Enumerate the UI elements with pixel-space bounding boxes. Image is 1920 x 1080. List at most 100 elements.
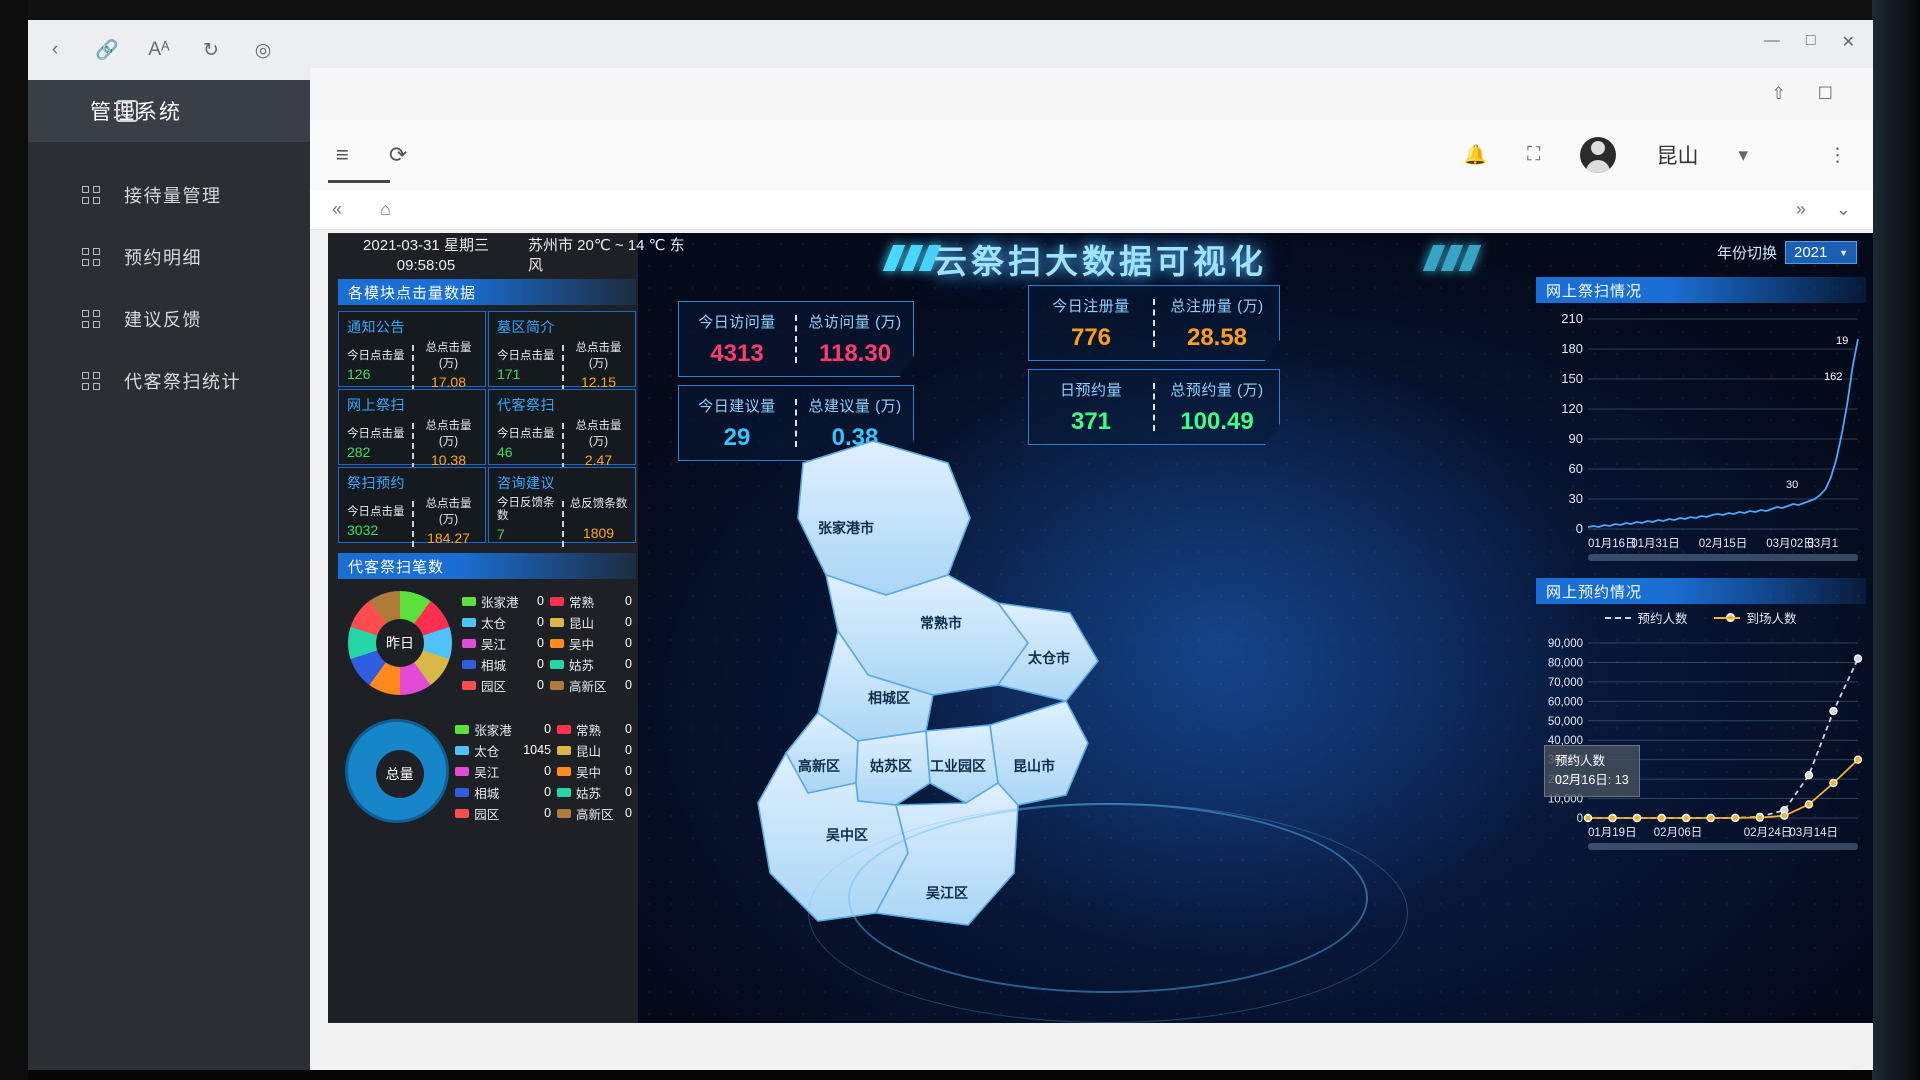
stat-today-value: 126 [347, 366, 371, 382]
data-point[interactable] [1804, 800, 1814, 809]
collapse-icon[interactable]: « [332, 199, 342, 220]
advice-total-value: 1809 [582, 525, 615, 541]
stat-card[interactable]: 通知公告 今日点击量 126 总点击量 (万) 17.08 [338, 311, 486, 391]
y-tick-label: 60 [1569, 461, 1583, 476]
stat-total-label: 总点击量 [575, 420, 622, 432]
stat-card[interactable]: 网上祭扫 今日点击量 282 总点击量 (万) 10.38 [338, 389, 486, 469]
x-tick-label: 02月06日 [1654, 827, 1703, 839]
data-point[interactable] [1804, 771, 1814, 780]
stat-total-value: 2.47 [584, 452, 613, 468]
expand-icon[interactable]: » [1796, 199, 1806, 220]
compass-icon[interactable]: ◎ [250, 37, 276, 63]
data-point[interactable] [1583, 813, 1593, 823]
legend-value: 0 [625, 636, 632, 650]
chevron-down-icon: ▼ [1839, 247, 1848, 258]
refresh-page-icon[interactable]: ⟳ [389, 142, 407, 168]
legend-item[interactable]: 吴江 0 [455, 762, 551, 781]
year-select[interactable]: 2021 ▼ [1785, 241, 1857, 264]
stat-total-unit: (万) [588, 436, 609, 448]
legend-item[interactable]: 常熟 0 [550, 592, 632, 611]
legend-item[interactable]: 常熟 0 [557, 720, 632, 739]
chevron-down-icon[interactable]: ▾ [1738, 144, 1748, 167]
link-icon[interactable]: 🔗 [94, 37, 120, 63]
legend-item[interactable]: 昆山 0 [550, 613, 632, 632]
clicks-panel: 各模块点击量数据 通知公告 今日点击量 126 总点击量 (万) 17.08 墓… [338, 279, 636, 547]
online-worship-chart[interactable]: 210 180 150 120 90 60 30 0 01月16日 01月31日 02月15日 03月… [1536, 309, 1866, 561]
legend-item[interactable]: 太仓 0 [462, 613, 544, 632]
font-size-icon[interactable]: Aᴬ [146, 37, 172, 63]
legend-label: 高新区 [576, 807, 614, 822]
sidebar-item-reception[interactable]: 接待量管理 [28, 164, 310, 226]
online-booking-chart[interactable]: 90,00080,00070,00060,00050,00040,00030,0… [1536, 633, 1866, 850]
back-arrow-icon[interactable]: ‹ [42, 37, 68, 63]
more-dots-icon[interactable]: ⋮ [1828, 144, 1847, 167]
legend-item[interactable]: 张家港 0 [462, 592, 544, 611]
legend-item[interactable]: 高新区 0 [557, 804, 632, 823]
dashboard-header: 2021-03-31 星期三 09:58:05 苏州市 20℃ ~ 14 ℃ 东… [328, 233, 1873, 281]
data-point[interactable] [1853, 654, 1863, 663]
donut-ring: 总量 [344, 719, 449, 823]
legend-item[interactable]: 吴江 0 [462, 634, 544, 653]
fullscreen-icon[interactable]: ⛶ [1527, 144, 1540, 166]
suzhou-map[interactable]: 张家港市 常熟市 太仓市 相城区 高新区 姑苏区 工业园区 昆山市 吴中区 吴江… [698, 313, 1408, 1023]
data-point[interactable] [1657, 813, 1666, 823]
legend-item[interactable]: 园区 0 [455, 804, 551, 823]
legend-item[interactable]: 相城 0 [455, 783, 551, 802]
close-button[interactable]: ✕ [1842, 32, 1855, 52]
legend-item[interactable]: 园区 0 [462, 676, 544, 695]
legend-swatch [455, 766, 470, 776]
legend-item-booked[interactable]: 预约人数 [1605, 608, 1688, 627]
browser-actions-row: ⇧ ☐ [310, 68, 1873, 120]
stat-card[interactable]: 祭扫预约 今日点击量 3032 总点击量 (万) 184.27 [338, 467, 486, 547]
minimize-button[interactable]: — [1764, 32, 1780, 52]
legend-item[interactable]: 太仓 1045 [455, 741, 551, 760]
proxy-worship-panel: 代客祭扫笔数 昨日 张家港 0 常熟 0 太仓 0 昆山 0 吴江 0 吴中 0 相城 0 姑苏 0 园区 0 高新… [338, 553, 636, 823]
advice-today-value: 7 [497, 526, 505, 543]
advice-today-label: 今日反馈条数 [497, 497, 555, 523]
avatar[interactable] [1580, 137, 1617, 173]
stat-card[interactable]: 墓区简介 今日点击量 171 总点击量 (万) 12.15 [488, 311, 636, 391]
chart-scrollbar[interactable] [1588, 554, 1858, 561]
data-point[interactable] [1706, 813, 1715, 823]
share-icon[interactable]: ⇧ [1772, 84, 1786, 104]
bell-icon[interactable]: 🔔 [1463, 143, 1487, 167]
collections-icon[interactable]: ☐ [1818, 84, 1833, 104]
legend-item[interactable]: 高新区 0 [550, 676, 632, 695]
stat-card-title: 祭扫预约 [347, 475, 405, 491]
menu-toggle-icon[interactable]: ≡ [336, 142, 349, 168]
chevron-down-icon[interactable]: ⌄ [1836, 199, 1851, 220]
maximize-button[interactable]: □ [1806, 32, 1816, 52]
legend-item[interactable]: 吴中 0 [550, 634, 632, 653]
data-point[interactable] [1731, 813, 1740, 823]
stat-card[interactable]: 代客祭扫 今日点击量 46 总点击量 (万) 2.47 [488, 389, 636, 469]
legend-item-arrived[interactable]: 到场人数 [1713, 608, 1797, 627]
data-point[interactable] [1755, 813, 1765, 822]
data-point[interactable] [1632, 813, 1642, 823]
data-point[interactable] [1608, 813, 1617, 823]
data-point[interactable] [1681, 813, 1691, 823]
data-point[interactable] [1829, 778, 1838, 788]
legend-item[interactable]: 姑苏 0 [550, 655, 632, 674]
legend-value: 0 [537, 636, 544, 650]
legend-value: 0 [537, 657, 544, 671]
legend-item[interactable]: 张家港 0 [455, 720, 551, 739]
chart-scrollbar[interactable] [1588, 843, 1858, 850]
donut-chart-total[interactable]: 总量 [338, 719, 455, 823]
legend-label: 预约人数 [1637, 612, 1688, 626]
legend-item[interactable]: 昆山 0 [557, 741, 632, 760]
data-point[interactable] [1780, 811, 1789, 820]
line-icon [1713, 616, 1740, 619]
sidebar-item-feedback[interactable]: 建议反馈 [28, 288, 310, 350]
data-point[interactable] [1829, 706, 1838, 716]
legend-item[interactable]: 相城 0 [462, 655, 544, 674]
home-icon[interactable]: ⌂ [380, 199, 391, 220]
legend-item[interactable]: 姑苏 0 [557, 783, 632, 802]
legend-item[interactable]: 吴中 0 [557, 762, 632, 781]
sidebar-item-proxy-worship-stats[interactable]: 代客祭扫统计 [28, 350, 310, 412]
refresh-icon[interactable]: ↻ [198, 37, 224, 63]
data-point[interactable] [1853, 755, 1863, 764]
sidebar-item-booking-detail[interactable]: 预约明细 [28, 226, 310, 288]
stat-card-advice[interactable]: 咨询建议 今日反馈条数 7 总反馈条数 1809 [488, 467, 636, 547]
donut-chart-yesterday[interactable]: 昨日 [338, 591, 462, 695]
legend-value: 0 [625, 722, 632, 736]
